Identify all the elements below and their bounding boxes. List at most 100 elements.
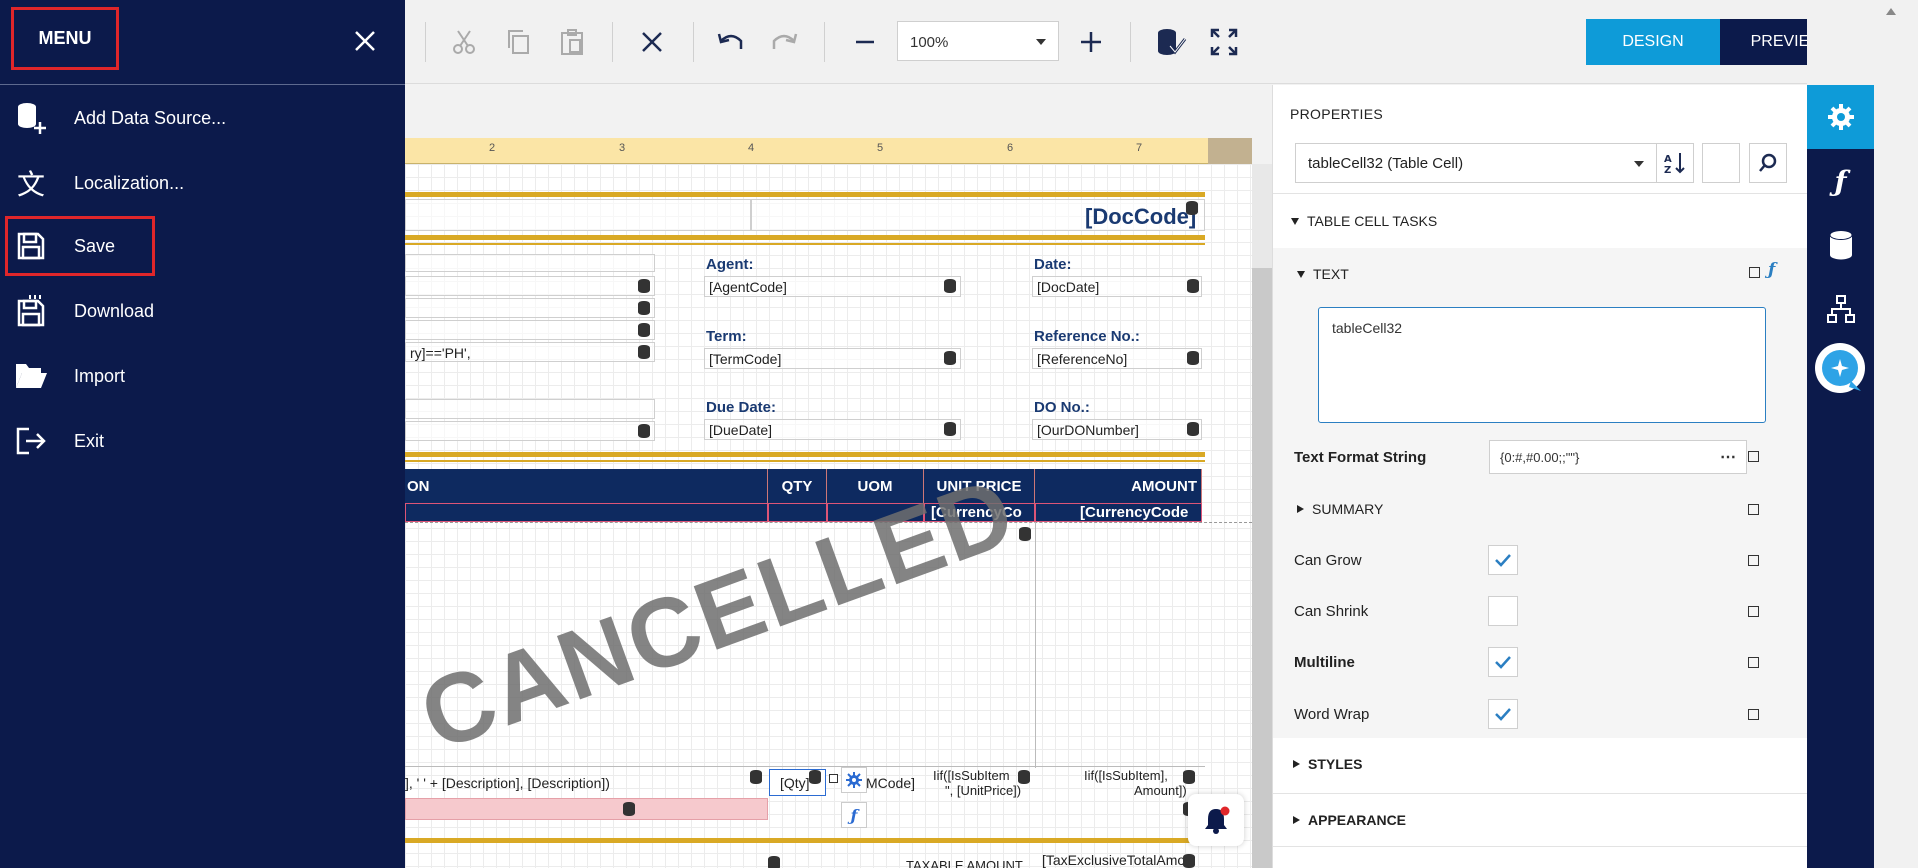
categorized-button[interactable] bbox=[1702, 143, 1740, 183]
zoom-value: 100% bbox=[910, 34, 949, 51]
download-icon bbox=[14, 294, 48, 328]
property-marker[interactable] bbox=[1748, 504, 1759, 515]
col-header-text: QTY bbox=[781, 477, 813, 495]
col-header-description[interactable]: ON bbox=[405, 469, 768, 503]
text-expression-button[interactable]: ƒ bbox=[1768, 260, 1775, 280]
sort-az-icon: AZ bbox=[1664, 153, 1685, 175]
word-wrap-checkbox[interactable] bbox=[1488, 699, 1518, 729]
reference-field[interactable]: [ReferenceNo] bbox=[1032, 348, 1202, 369]
ruler-end bbox=[1208, 138, 1252, 164]
chevron-down-icon bbox=[1036, 39, 1046, 45]
redo-button[interactable] bbox=[763, 20, 805, 64]
subheader-cell[interactable] bbox=[405, 503, 768, 522]
zoom-in-button[interactable] bbox=[1070, 20, 1112, 64]
expressions-tab[interactable]: ƒ bbox=[1807, 149, 1874, 213]
address-field[interactable] bbox=[405, 254, 655, 272]
description-expression[interactable]: ], ' ' + [Description], [Description]) bbox=[405, 775, 610, 791]
property-marker[interactable] bbox=[1748, 657, 1759, 668]
menu-title[interactable]: MENU bbox=[11, 7, 119, 70]
validate-bindings-button[interactable] bbox=[1150, 20, 1192, 64]
component-select[interactable]: tableCell32 (Table Cell) bbox=[1295, 143, 1657, 183]
resize-handle[interactable] bbox=[829, 774, 838, 783]
menu-item-label: Add Data Source... bbox=[74, 107, 227, 128]
section-styles[interactable]: STYLES bbox=[1273, 738, 1808, 790]
uom-cell[interactable]: MCode] bbox=[866, 775, 915, 791]
address-field[interactable] bbox=[405, 320, 655, 340]
search-button[interactable] bbox=[1749, 143, 1787, 183]
cell-tasks-button[interactable] bbox=[841, 767, 867, 793]
menu-item-exit[interactable]: Exit bbox=[0, 411, 405, 471]
property-marker[interactable] bbox=[1749, 267, 1760, 278]
function-icon: ƒ bbox=[1768, 260, 1776, 280]
do-number-field[interactable]: [OurDONumber] bbox=[1032, 419, 1202, 440]
report-explorer-tab[interactable] bbox=[1807, 277, 1874, 341]
can-shrink-label: Can Shrink bbox=[1294, 602, 1369, 620]
plus-icon bbox=[1081, 32, 1101, 52]
property-marker[interactable] bbox=[1748, 606, 1759, 617]
design-mode-button[interactable]: DESIGN bbox=[1586, 19, 1720, 65]
menu-item-import[interactable]: Import bbox=[0, 346, 405, 406]
multiline-checkbox[interactable] bbox=[1488, 647, 1518, 677]
canvas-scrollbar[interactable] bbox=[1252, 268, 1272, 868]
section-table-cell-tasks[interactable]: TABLE CELL TASKS bbox=[1273, 193, 1808, 248]
doc-code-field[interactable]: [DocCode] bbox=[1085, 204, 1196, 230]
section-text[interactable]: TEXT bbox=[1273, 248, 1808, 300]
cut-button[interactable] bbox=[443, 20, 485, 64]
database-check-icon bbox=[1158, 29, 1187, 55]
database-icon bbox=[1829, 230, 1852, 260]
address-field[interactable] bbox=[405, 399, 655, 419]
amount-cell[interactable]: Iif([IsSubItem], bbox=[1084, 768, 1168, 783]
field-list-tab[interactable] bbox=[1807, 213, 1874, 277]
due-date-field[interactable]: [DueDate] bbox=[704, 419, 961, 440]
currency-cell[interactable]: [CurrencyCode bbox=[1035, 503, 1202, 522]
menu-item-save[interactable]: Save bbox=[0, 216, 405, 276]
property-marker[interactable] bbox=[1748, 555, 1759, 566]
date-field[interactable]: [DocDate] bbox=[1032, 276, 1202, 297]
col-header-amount[interactable]: AMOUNT bbox=[1035, 469, 1202, 503]
can-grow-checkbox[interactable] bbox=[1488, 545, 1518, 575]
main-menu-panel: MENU Add Data Source... 文 Localization..… bbox=[0, 0, 405, 868]
close-menu-button[interactable] bbox=[348, 24, 382, 58]
redo-icon bbox=[772, 33, 798, 49]
paste-button[interactable] bbox=[551, 20, 593, 64]
agent-field[interactable]: [AgentCode] bbox=[704, 276, 961, 297]
ai-assistant-tab[interactable] bbox=[1807, 337, 1874, 401]
section-appearance[interactable]: APPEARANCE bbox=[1273, 793, 1808, 845]
can-shrink-row: Can Shrink bbox=[1294, 596, 1774, 626]
summary-row[interactable]: SUMMARY bbox=[1297, 494, 1777, 524]
address-field[interactable] bbox=[405, 421, 655, 441]
property-marker[interactable] bbox=[1748, 451, 1759, 462]
ellipsis-button[interactable]: ⋯ bbox=[1710, 441, 1746, 473]
unit-price-cell[interactable]: Iif([IsSubItem bbox=[933, 768, 1010, 783]
address-field[interactable] bbox=[405, 276, 655, 296]
database-icon bbox=[944, 422, 956, 436]
col-header-qty[interactable]: QTY bbox=[768, 469, 827, 503]
properties-tab[interactable] bbox=[1807, 85, 1874, 149]
address-field[interactable] bbox=[405, 298, 655, 318]
zoom-out-button[interactable] bbox=[844, 20, 886, 64]
subitem-row[interactable] bbox=[405, 798, 768, 820]
undo-button[interactable] bbox=[710, 20, 752, 64]
can-grow-row: Can Grow bbox=[1294, 545, 1774, 575]
page-scrollbar[interactable] bbox=[1874, 0, 1918, 868]
country-expression-field[interactable]: ry]=='PH', bbox=[405, 342, 655, 362]
text-format-input[interactable]: {0:#,#0.00;;""} bbox=[1489, 440, 1747, 474]
copy-button[interactable] bbox=[497, 20, 539, 64]
scroll-up-icon[interactable] bbox=[1886, 8, 1896, 15]
notifications-button[interactable] bbox=[1188, 794, 1244, 846]
can-shrink-checkbox[interactable] bbox=[1488, 596, 1518, 626]
menu-item-add-data-source[interactable]: Add Data Source... bbox=[0, 88, 405, 148]
property-marker[interactable] bbox=[1748, 709, 1759, 720]
tax-exclusive-field[interactable]: [TaxExclusiveTotalAmo bbox=[1042, 852, 1185, 868]
text-value-input[interactable]: tableCell32 bbox=[1318, 307, 1766, 423]
zoom-select[interactable]: 100% bbox=[897, 21, 1059, 61]
fullscreen-button[interactable] bbox=[1203, 20, 1245, 64]
cell-expression-button[interactable]: ƒ bbox=[841, 802, 867, 828]
sort-az-button[interactable]: AZ bbox=[1656, 143, 1694, 183]
term-field[interactable]: [TermCode] bbox=[704, 348, 961, 369]
delete-button[interactable] bbox=[631, 20, 673, 64]
header-cell[interactable] bbox=[405, 199, 751, 231]
menu-item-localization[interactable]: 文 Localization... bbox=[0, 153, 405, 213]
band-line bbox=[405, 838, 1205, 843]
menu-item-download[interactable]: Download bbox=[0, 281, 405, 341]
